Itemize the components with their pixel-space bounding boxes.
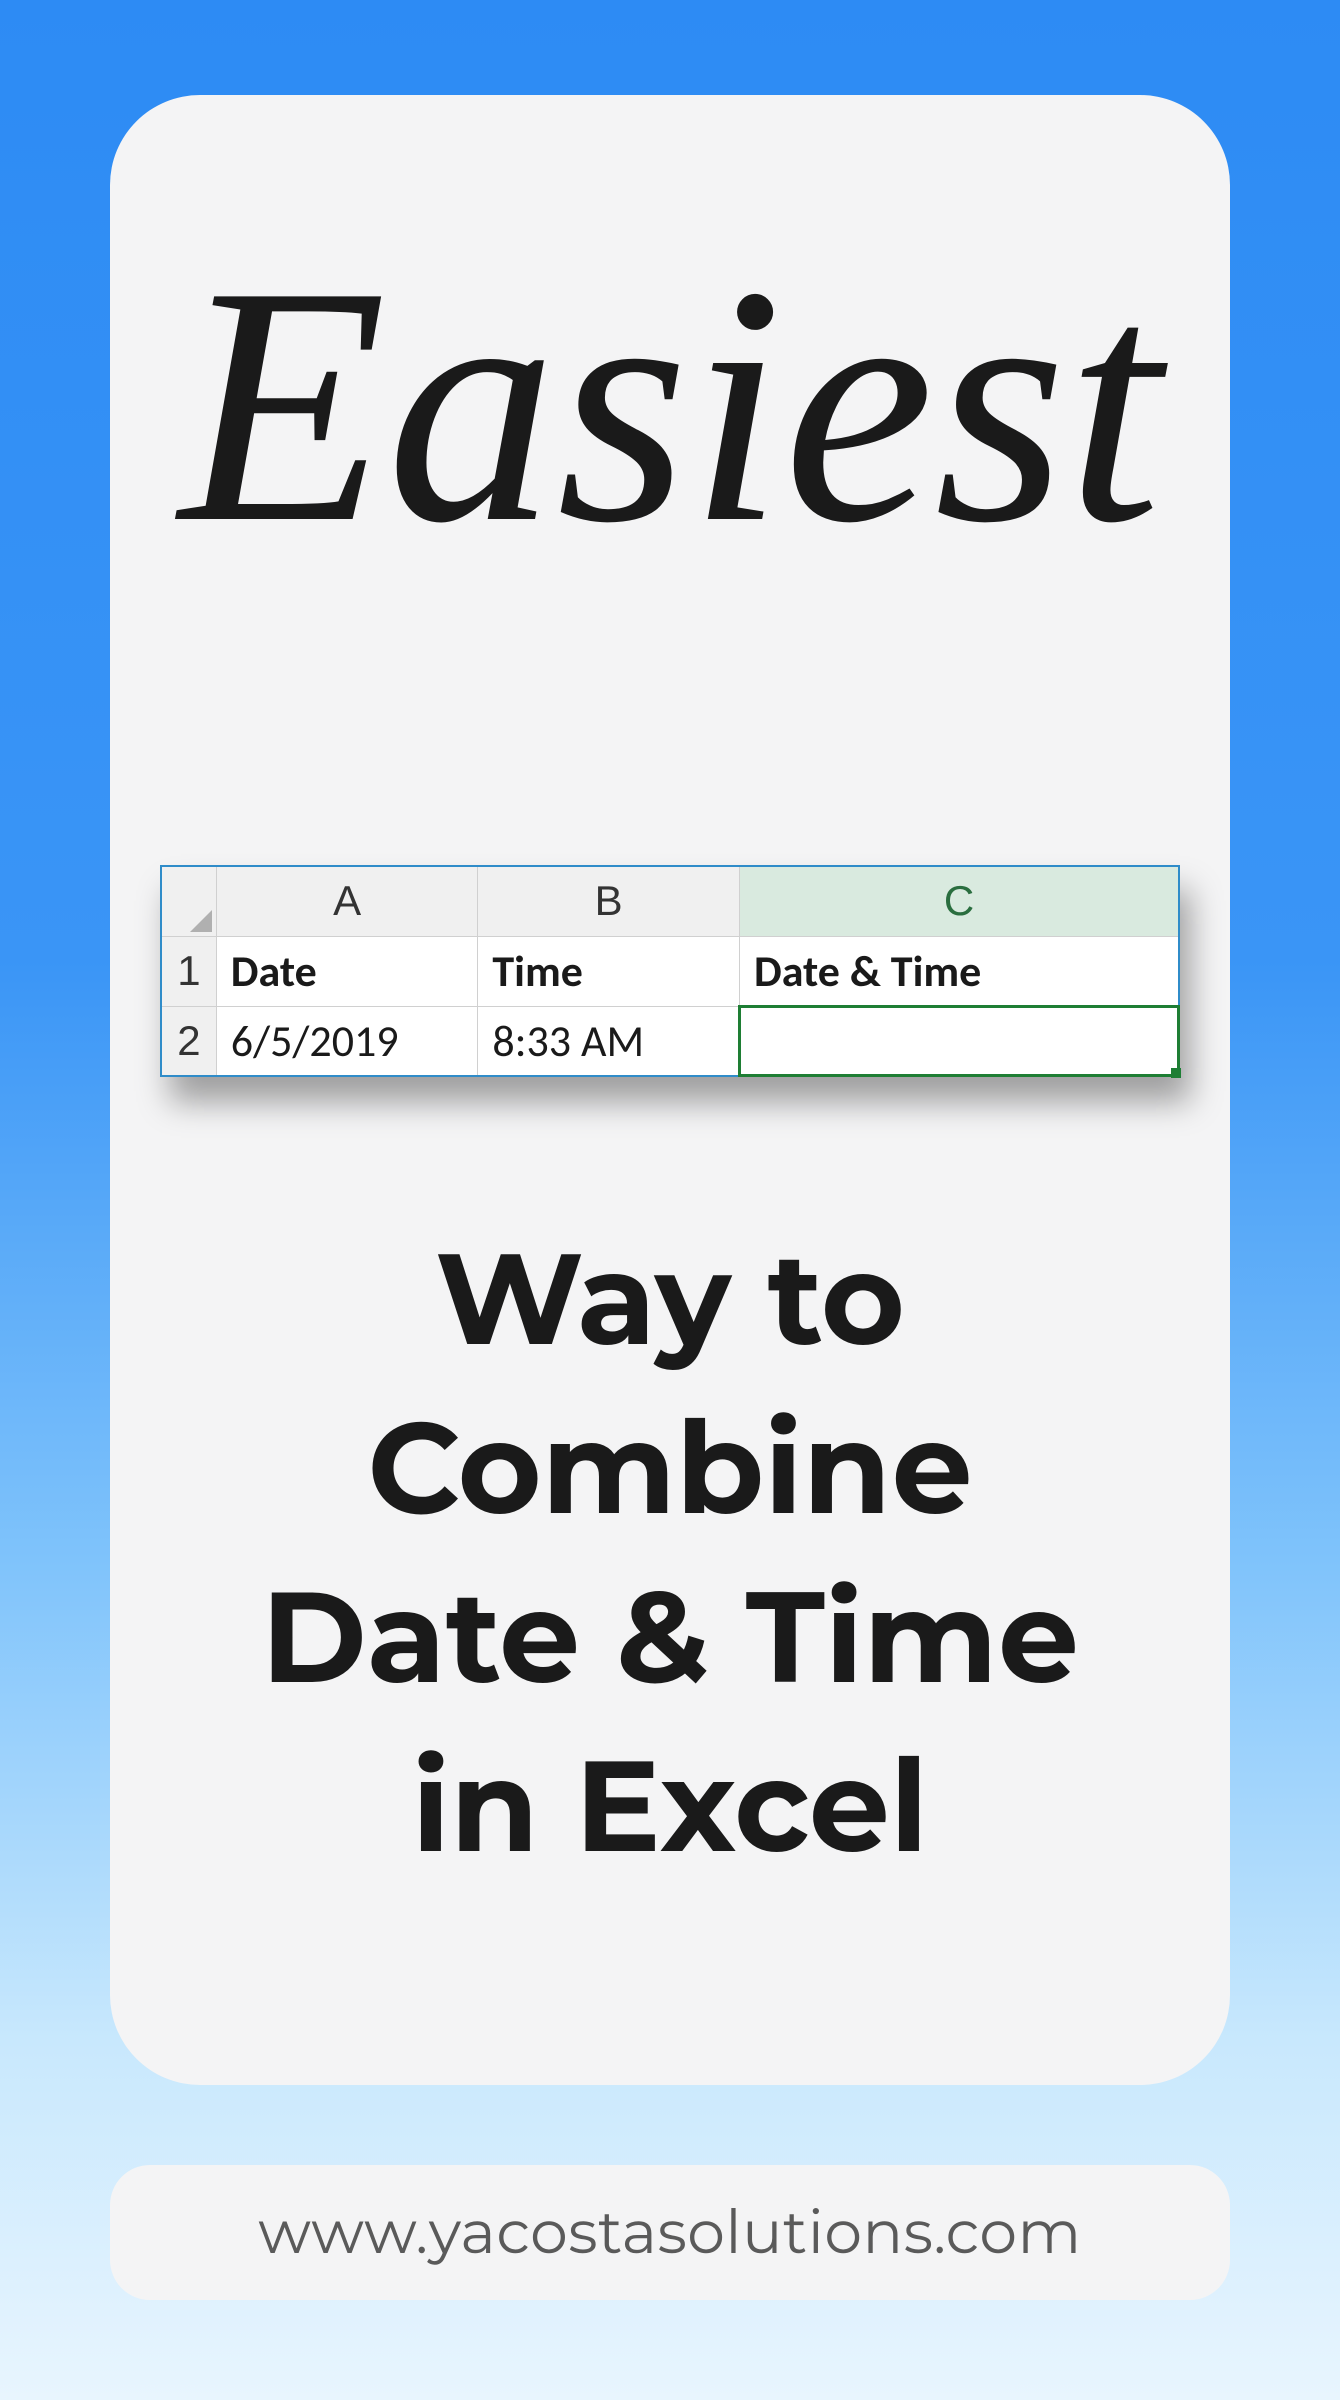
- main-card: Easiest A B C 1 Date Time Date & Time 2: [110, 95, 1230, 2085]
- selection-outline: [738, 1005, 1180, 1078]
- cell-c2-selected: [739, 1006, 1179, 1076]
- cell-a1-text: Date: [231, 944, 317, 998]
- script-heading-text: Easiest: [179, 216, 1161, 593]
- column-header-row: A B C: [161, 866, 1179, 936]
- col-a-label: A: [333, 877, 361, 924]
- cell-b2-text: 8:33 AM: [492, 1014, 644, 1068]
- cell-b1-text: Time: [492, 944, 583, 998]
- cell-c1-text: Date & Time: [754, 944, 981, 998]
- script-heading: Easiest: [110, 235, 1230, 575]
- subtitle-block: Way to Combine Date & Time in Excel: [110, 1215, 1230, 1891]
- table-row: 2 6/5/2019 8:33 AM: [161, 1006, 1179, 1076]
- cell-a1: Date: [216, 936, 478, 1006]
- col-c-label: C: [944, 877, 974, 924]
- cell-a2: 6/5/2019: [216, 1006, 478, 1076]
- table-row: 1 Date Time Date & Time: [161, 936, 1179, 1006]
- footer-pill: www.yacostasolutions.com: [110, 2165, 1230, 2300]
- row-header-1: 1: [161, 936, 216, 1006]
- spreadsheet-screenshot: A B C 1 Date Time Date & Time 2 6/5/2019…: [160, 865, 1180, 1077]
- cell-b1: Time: [478, 936, 740, 1006]
- cell-b2: 8:33 AM: [478, 1006, 740, 1076]
- col-b-label: B: [595, 877, 623, 924]
- cell-a2-text: 6/5/2019: [231, 1014, 399, 1068]
- subtitle-text: Way to Combine Date & Time in Excel: [261, 1221, 1079, 1884]
- select-all-corner: [161, 866, 216, 936]
- cell-c1: Date & Time: [739, 936, 1179, 1006]
- row-1-num: 1: [177, 947, 200, 994]
- row-header-2: 2: [161, 1006, 216, 1076]
- row-2-num: 2: [177, 1017, 200, 1064]
- spreadsheet-grid: A B C 1 Date Time Date & Time 2 6/5/2019…: [160, 865, 1180, 1077]
- column-header-a: A: [216, 866, 478, 936]
- column-header-b: B: [478, 866, 740, 936]
- page-background: Easiest A B C 1 Date Time Date & Time 2: [0, 0, 1340, 2400]
- footer-url: www.yacostasolutions.com: [258, 2196, 1081, 2269]
- column-header-c: C: [739, 866, 1179, 936]
